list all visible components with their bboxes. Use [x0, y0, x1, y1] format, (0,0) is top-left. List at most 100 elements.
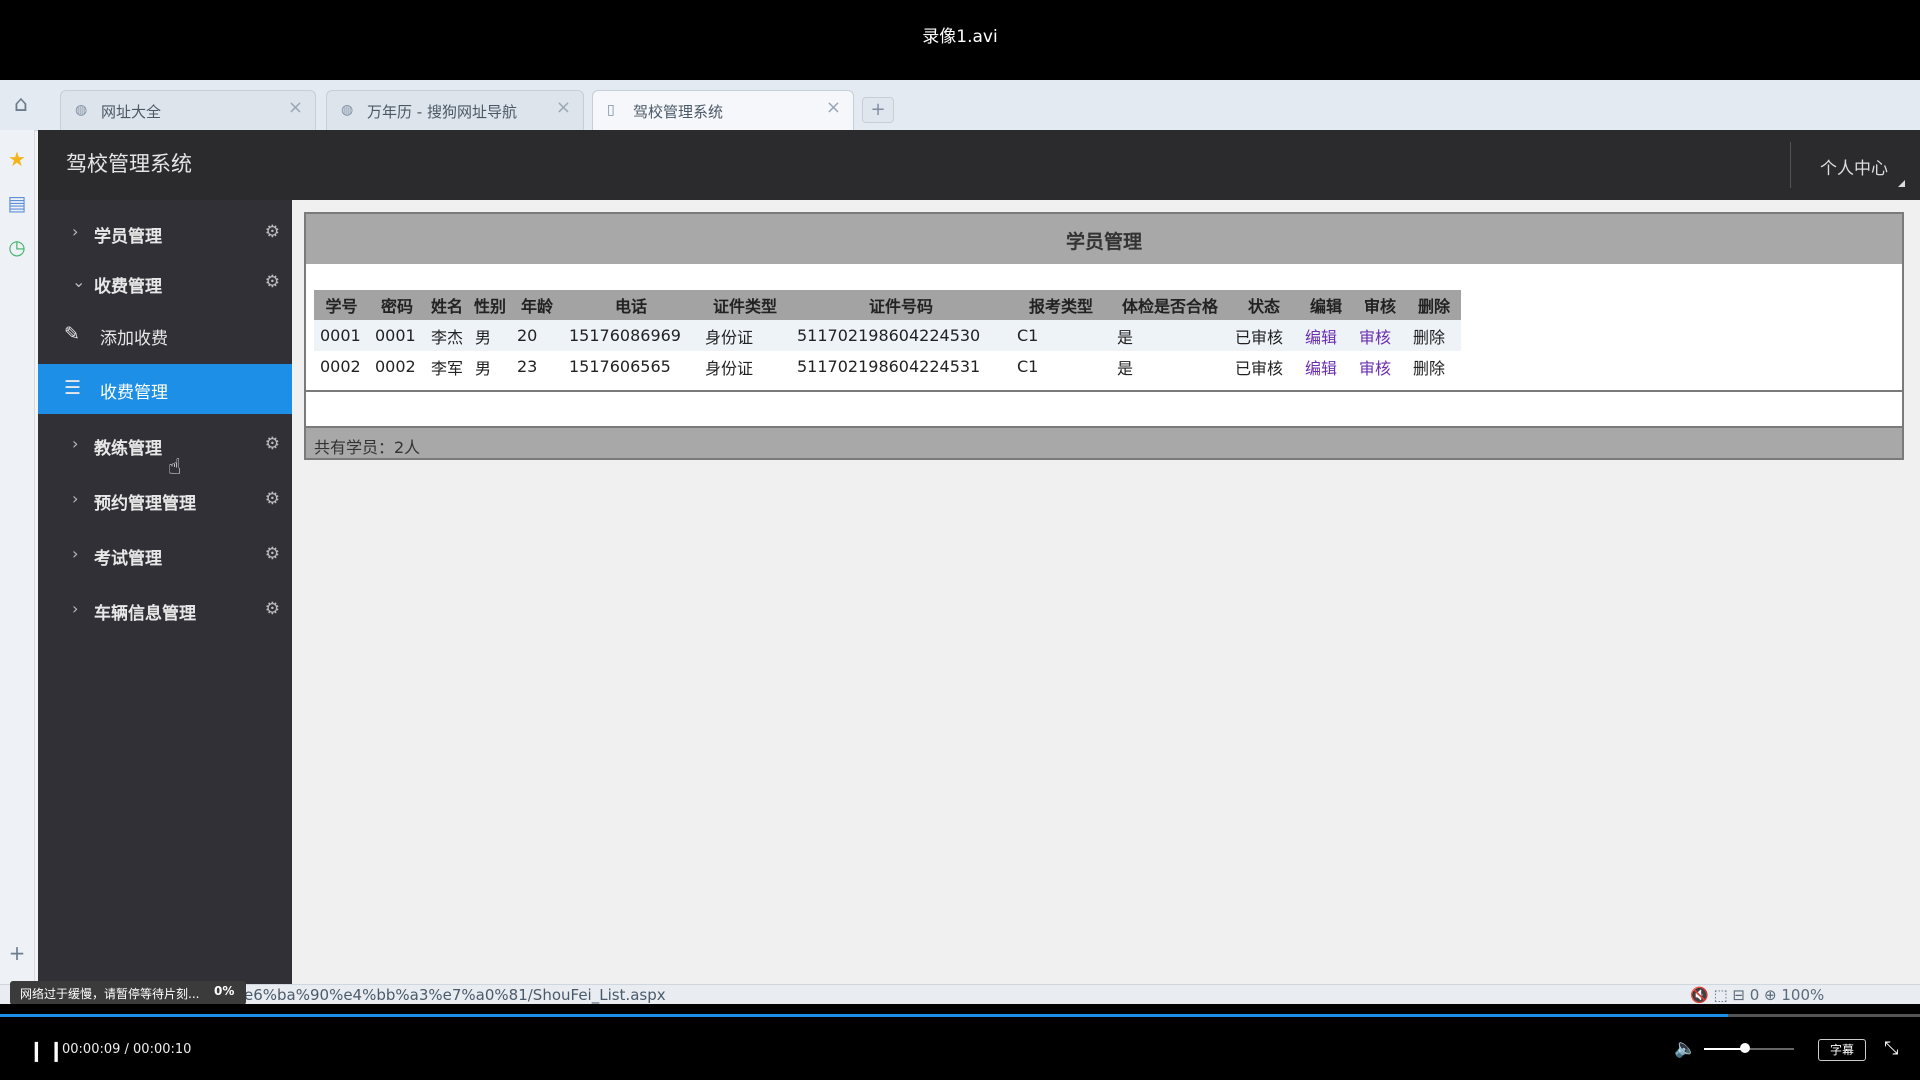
app-title: 驾校管理系统 — [66, 152, 192, 176]
new-tab-button[interactable]: + — [862, 97, 894, 123]
chevron-right-icon: › — [72, 222, 79, 241]
star-icon[interactable]: ★ — [4, 146, 30, 172]
panel-title: 学员管理 — [1065, 231, 1142, 253]
tab-driving-school[interactable]: ▯ 驾校管理系统 × — [592, 90, 854, 130]
column-header: 体检是否合格 — [1111, 290, 1229, 320]
review-link[interactable]: 审核 — [1353, 320, 1407, 351]
buffering-percent: 0% — [214, 984, 235, 998]
tab-label: 万年历 - 搜狗网址导航 — [367, 103, 517, 121]
chevron-right-icon: › — [72, 544, 79, 563]
sidebar-subitem-fee-manage[interactable]: ☰ 收费管理 — [38, 364, 292, 414]
app-root: 驾校管理系统 个人中心 › 学员管理 ⚙ ⌄ 收费管理 ⚙ ✎ 添加收费 ☰ 收 — [38, 130, 1920, 984]
exit-fullscreen-icon[interactable]: ⤡ — [1884, 1038, 1898, 1059]
sidebar-item-vehicle[interactable]: › 车辆信息管理 ⚙ — [38, 587, 292, 633]
clock-icon[interactable]: ◷ — [4, 234, 30, 260]
column-header: 证件类型 — [699, 290, 791, 320]
cell-status: 已审核 — [1235, 358, 1284, 378]
gear-icon: ⚙ — [264, 489, 280, 509]
player-title-bar: 录像1.avi — [0, 0, 1920, 80]
globe-icon: ◍ — [341, 102, 354, 118]
user-center-link[interactable]: 个人中心 — [1820, 154, 1888, 179]
cell-password: 0002 — [375, 357, 416, 376]
tab-label: 驾校管理系统 — [633, 103, 724, 121]
student-count: 共有学员：2人 — [314, 438, 421, 457]
tab-bar: ⌂ ◍ 网址大全 × ◍ 万年历 - 搜狗网址导航 × ▯ 驾校管理系统 × + — [0, 80, 1920, 131]
cell-student-id: 0001 — [314, 320, 369, 351]
column-header: 状态 — [1229, 290, 1299, 320]
tab-url-directory[interactable]: ◍ 网址大全 × — [60, 90, 316, 130]
review-link[interactable]: 审核 — [1353, 351, 1407, 382]
column-header: 年龄 — [511, 290, 563, 320]
sidebar-item-booking[interactable]: › 预约管理管理 ⚙ — [38, 477, 292, 523]
globe-icon: ◍ — [75, 102, 88, 118]
content-panel: 学员管理 学号 密码 姓名 性别 年龄 电话 证件类型 证件号码 报考类型 体检… — [304, 212, 1904, 460]
buffering-message: 网络过于缓慢，请暂停等待片刻... — [20, 987, 200, 1001]
column-header: 删除 — [1407, 290, 1461, 320]
add-icon[interactable]: + — [4, 940, 30, 966]
hand-cursor-icon: ☝ — [168, 455, 182, 480]
column-header: 学号 — [314, 290, 369, 320]
edit-link[interactable]: 编辑 — [1299, 320, 1353, 351]
column-header: 姓名 — [425, 290, 469, 320]
playback-time: 00:00:09 / 00:00:10 — [62, 1042, 192, 1057]
sidebar-item-label: 考试管理 — [94, 549, 162, 569]
sidebar-item-student[interactable]: › 学员管理 ⚙ — [38, 210, 292, 256]
cell-name: 李军 — [431, 358, 464, 378]
sidebar-item-label: 学员管理 — [94, 227, 162, 247]
cell-gender: 男 — [475, 358, 492, 378]
cell-id-number: 511702198604224531 — [797, 357, 981, 376]
sidebar-item-label: 教练管理 — [94, 439, 162, 459]
sidebar-nav: › 学员管理 ⚙ ⌄ 收费管理 ⚙ ✎ 添加收费 ☰ 收费管理 › 教练管理 ⚙ — [38, 200, 292, 984]
panel-header: 学员管理 — [306, 214, 1902, 264]
page-icon: ▯ — [607, 102, 615, 118]
gear-icon: ⚙ — [264, 222, 280, 242]
cell-age: 20 — [511, 320, 563, 351]
volume-slider-knob[interactable] — [1739, 1043, 1750, 1053]
close-icon[interactable]: × — [826, 99, 841, 117]
cell-medical-pass: 是 — [1111, 320, 1229, 351]
cell-medical-pass: 是 — [1117, 358, 1134, 378]
sidebar-item-fees[interactable]: ⌄ 收费管理 ⚙ — [38, 260, 292, 306]
chevron-right-icon: › — [72, 434, 79, 453]
column-header: 电话 — [563, 290, 699, 320]
browser-status-bar: e6%ba%90%e4%bb%a3%e7%a0%81/ShouFei_List.… — [0, 981, 1920, 1005]
column-header: 报考类型 — [1011, 290, 1111, 320]
buffering-tooltip: 网络过于缓慢，请暂停等待片刻... 0% — [10, 981, 246, 1005]
sidebar-item-coach[interactable]: › 教练管理 ⚙ — [38, 422, 292, 468]
student-table: 学号 密码 姓名 性别 年龄 电话 证件类型 证件号码 报考类型 体检是否合格 … — [314, 290, 1461, 382]
volume-icon[interactable]: 🔈 — [1674, 1038, 1696, 1059]
cell-license-type: C1 — [1017, 357, 1039, 376]
caret-icon — [1898, 180, 1905, 187]
book-icon[interactable]: ▤ — [4, 190, 30, 216]
column-header: 审核 — [1353, 290, 1407, 320]
chevron-right-icon: › — [72, 489, 79, 508]
edit-link[interactable]: 编辑 — [1299, 351, 1353, 382]
gear-icon: ⚙ — [264, 544, 280, 564]
volume-slider-fill — [1704, 1048, 1745, 1050]
close-icon[interactable]: × — [556, 99, 571, 117]
delete-link[interactable]: 删除 — [1407, 351, 1461, 382]
delete-link[interactable]: 删除 — [1407, 320, 1461, 351]
video-title: 录像1.avi — [922, 27, 998, 47]
cell-gender: 男 — [469, 320, 511, 351]
cell-phone: 15176086969 — [563, 320, 699, 351]
sidebar-item-exam[interactable]: › 考试管理 ⚙ — [38, 532, 292, 578]
column-header: 编辑 — [1299, 290, 1353, 320]
table-row: 0002 0002 李军 男 23 1517606565 身份证 5117021… — [314, 351, 1461, 382]
subtitle-button[interactable]: 字幕 — [1818, 1039, 1866, 1061]
sidebar-item-label: 添加收费 — [100, 329, 168, 349]
panel-footer: 共有学员：2人 — [306, 426, 1902, 458]
column-header: 性别 — [469, 290, 511, 320]
home-icon[interactable]: ⌂ — [14, 94, 40, 116]
sidebar-item-label: 收费管理 — [94, 277, 162, 297]
cell-id-number: 511702198604224530 — [791, 320, 1011, 351]
player-controls: ❙❙ 00:00:09 / 00:00:10 🔈 字幕 ⤡ — [0, 1004, 1920, 1080]
sidebar-subitem-add-fee[interactable]: ✎ 添加收费 — [38, 310, 292, 360]
close-icon[interactable]: × — [288, 99, 303, 117]
app-header: 驾校管理系统 个人中心 — [38, 130, 1920, 200]
cell-student-id: 0002 — [320, 357, 361, 376]
cell-age: 23 — [517, 357, 538, 376]
cell-license-type: C1 — [1011, 320, 1111, 351]
gear-icon: ⚙ — [264, 599, 280, 619]
tab-calendar[interactable]: ◍ 万年历 - 搜狗网址导航 × — [326, 90, 584, 130]
